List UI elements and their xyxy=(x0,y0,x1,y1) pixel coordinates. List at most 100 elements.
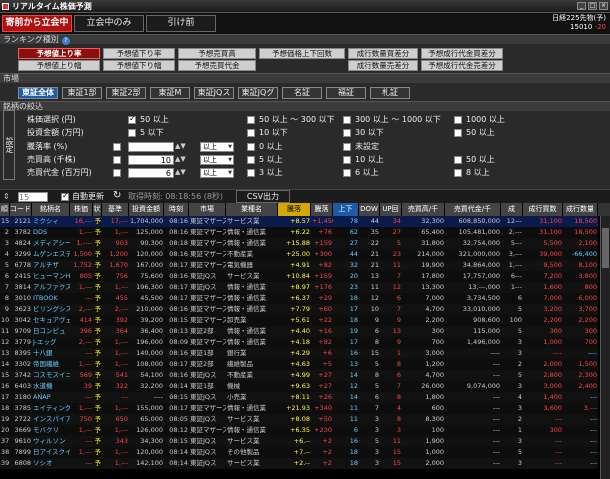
table-row[interactable]: 9 3623 ビリングシス 2,--- 予 2,--- 210,000 08:16 東証マザーズ… xyxy=(0,304,598,315)
market-button[interactable]: 札証 xyxy=(370,87,410,99)
ranking-button[interactable]: 成行数量売差分 xyxy=(348,60,418,71)
table-row[interactable]: 38 7899 日アイスクイ 1,--- 予 1,--- 120,000 08:14 東証JQス… xyxy=(0,447,598,458)
table-row[interactable]: 6 2415ヒューマンHD 805予 756 75,600 08:16東証JQス サービス業… xyxy=(0,271,598,282)
filter-option-checkbox[interactable] xyxy=(454,169,462,177)
table-row[interactable]: 15 2121 ミクシィ 16,--- 予 17,--- 1,704,000 08:16 東証マ… xyxy=(0,216,598,227)
amount-checkbox[interactable] xyxy=(343,129,351,137)
table-row[interactable]: 37 9610 ウィルソン --- 予 343 34,300 08:15 東証JQス サービス業 +… xyxy=(0,436,598,447)
column-header[interactable]: 投資金額 xyxy=(129,203,164,216)
column-header[interactable]: 順 xyxy=(0,203,10,216)
amount-checkbox[interactable] xyxy=(247,129,255,137)
filter-value-input[interactable]: 10 xyxy=(128,155,174,165)
column-header[interactable]: DOW xyxy=(359,203,380,216)
column-header[interactable]: 基準 xyxy=(102,203,129,216)
column-header[interactable]: 騰落 xyxy=(278,203,311,216)
updown-icon[interactable]: ⇕ xyxy=(3,192,10,202)
ranking-button[interactable]: 予想値下り幅 xyxy=(103,60,175,71)
table-row[interactable]: 11 9709 日コンピュ 396 予 364 36,400 08:13 東証2部 情報・通信業 +… xyxy=(0,326,598,337)
filter-option-checkbox[interactable] xyxy=(343,169,351,177)
ranking-button[interactable]: 予想価格上下回数 xyxy=(259,48,345,59)
column-header[interactable]: 成行数量 xyxy=(563,203,598,216)
table-row[interactable]: 17 3180 ANAP --- 予 --- ---- 08:15 東証JQス 小売業 +8.11 +… xyxy=(0,392,598,403)
market-button[interactable]: 東証1部 xyxy=(62,87,102,99)
close-icon[interactable]: × xyxy=(599,2,608,10)
table-row[interactable]: 5 6778 アルチザ 1,752 予 1,670 167,000 08:17 東証マザーズ 電気… xyxy=(0,260,598,271)
ranking-button[interactable]: 予想値上り率 xyxy=(18,48,100,59)
market-button[interactable]: 東証JQグ xyxy=(238,87,278,99)
refresh-icon[interactable]: ↻ xyxy=(113,191,121,201)
column-header[interactable]: 成 xyxy=(501,203,523,216)
filter-option-checkbox[interactable] xyxy=(343,156,351,164)
table-row[interactable]: 15 3742コスモスイニシア 569予 541 54,100 08:16東証JQス 不動産… xyxy=(0,370,598,381)
table-row[interactable]: 7 3814 アルファクス 1,--- 予 1,--- 196,300 08:17 東証JQス情… xyxy=(0,282,598,293)
market-button[interactable]: 東証全体 xyxy=(18,87,58,99)
tab-yoritsuki[interactable]: 寄前から立会中 xyxy=(2,15,72,32)
filter-unit-select[interactable]: 以上 xyxy=(200,142,234,152)
filter-unit-select[interactable]: 以上 xyxy=(200,168,234,178)
count-input[interactable]: 15 xyxy=(18,192,48,202)
column-header[interactable]: 成行買数 xyxy=(523,203,563,216)
price-checkbox[interactable] xyxy=(128,114,136,124)
tab-tachiai[interactable]: 立会中のみ xyxy=(74,15,144,32)
spin-icon[interactable]: ▲▼ xyxy=(175,141,186,151)
spin-icon[interactable]: ▲▼ xyxy=(175,167,186,177)
ranking-button[interactable]: 予想成行代金売差分 xyxy=(421,60,503,71)
market-button[interactable]: 福証 xyxy=(326,87,366,99)
column-header[interactable]: 株価 xyxy=(70,203,93,216)
ranking-button[interactable]: 予想売買高 xyxy=(178,48,256,59)
column-header[interactable]: 銘柄名 xyxy=(32,203,70,216)
filter-option-checkbox[interactable] xyxy=(454,156,462,164)
ranking-button[interactable]: 予想売買代金 xyxy=(178,60,256,71)
table-scrollbar[interactable] xyxy=(600,216,610,479)
ranking-button[interactable]: 成行数量買差分 xyxy=(348,48,418,59)
column-header[interactable]: コード xyxy=(10,203,32,216)
column-header[interactable]: 売買代金/千 xyxy=(445,203,501,216)
ranking-button[interactable]: 予想成行代金買差分 xyxy=(421,48,503,59)
table-row[interactable]: 19 2722インスパイアー 750予 650 65,000 08:05東証JQス サービス… xyxy=(0,414,598,425)
table-row[interactable]: 18 3785 エイティング 1,--- 予 1,--- 155,000 08:17 東証マザー… xyxy=(0,403,598,414)
help-icon[interactable]: ? xyxy=(61,37,70,45)
table-row[interactable]: 20 3669 モバクリ 1,--- 予 1,--- 126,000 08:12 東証マザーズ情… xyxy=(0,425,598,436)
column-header[interactable]: 業種名 xyxy=(226,203,278,216)
price-checkbox[interactable] xyxy=(343,116,351,124)
price-checkbox[interactable] xyxy=(247,116,255,124)
table-row[interactable]: 2 3782 DDS 1,--- 予 1,--- 125,000 08:16 東証マザーズ 情報・… xyxy=(0,227,598,238)
amount-checkbox[interactable] xyxy=(128,129,136,137)
tab-hikemae[interactable]: 引け前 xyxy=(146,15,216,32)
price-checkbox[interactable] xyxy=(454,116,462,124)
column-header[interactable]: UP回 xyxy=(380,203,402,216)
table-row[interactable]: 16 6403 水道機 39 予 322 32,200 08:14 東証1部 機械 +9.63 +27… xyxy=(0,381,598,392)
filter-option-checkbox[interactable] xyxy=(247,156,255,164)
market-button[interactable]: 東証JQス xyxy=(194,87,234,99)
table-row[interactable]: 39 6808 ソシオ --- 予 1,--- 142,100 08:14 東証JQス サービス業… xyxy=(0,458,598,469)
filter-value-input[interactable]: 6 xyxy=(128,168,174,178)
ranking-button[interactable]: 予想値下り率 xyxy=(103,48,175,59)
column-header[interactable]: 時刻 xyxy=(164,203,189,216)
amount-checkbox[interactable] xyxy=(454,129,462,137)
auto-update-checkbox[interactable] xyxy=(61,191,69,201)
table-row[interactable]: 4 3299ムゲンエステート1,500予 1,200 120,000 08:16東証マザ… xyxy=(0,249,598,260)
filter-option-checkbox[interactable] xyxy=(343,143,351,151)
table-row[interactable]: 8 3010 ITBOOK --- 予 455 45,500 08:17 東証マザーズ 情報・通信… xyxy=(0,293,598,304)
filter-option-checkbox[interactable] xyxy=(247,169,255,177)
filter-row-checkbox[interactable] xyxy=(113,169,121,177)
market-button[interactable]: 名証 xyxy=(282,87,322,99)
market-button[interactable]: 東証M xyxy=(150,87,190,99)
spin-icon[interactable]: ▲▼ xyxy=(175,154,186,164)
minimize-icon[interactable]: _ xyxy=(577,2,586,10)
filter-row-checkbox[interactable] xyxy=(113,143,121,151)
table-row[interactable]: 3 4824メディアシーク 1,----予 903 90,300 08:18東証マザーズ情… xyxy=(0,238,598,249)
column-header[interactable]: 市場 xyxy=(189,203,226,216)
column-header[interactable]: 騰落 xyxy=(311,203,333,216)
market-button[interactable]: 東証2部 xyxy=(106,87,146,99)
column-header[interactable]: 状 xyxy=(93,203,102,216)
filter-value-input[interactable] xyxy=(128,142,174,152)
table-row[interactable]: 12 3779 J-エッグ 2,--- 予 1,--- 196,000 08:09 東証マザーズ… xyxy=(0,337,598,348)
scrollbar-thumb[interactable] xyxy=(602,228,609,268)
filter-unit-select[interactable]: 以上 xyxy=(200,155,234,165)
filter-option-checkbox[interactable] xyxy=(247,143,255,151)
column-header[interactable]: 上下 xyxy=(333,203,359,216)
ranking-button[interactable]: 予想値上り幅 xyxy=(18,60,100,71)
table-row[interactable]: 13 8395 十八銀 --- 予 1,--- 140,000 08:16 東証1部 銀行業 +4.… xyxy=(0,348,598,359)
column-header[interactable]: 売買高/千 xyxy=(402,203,445,216)
